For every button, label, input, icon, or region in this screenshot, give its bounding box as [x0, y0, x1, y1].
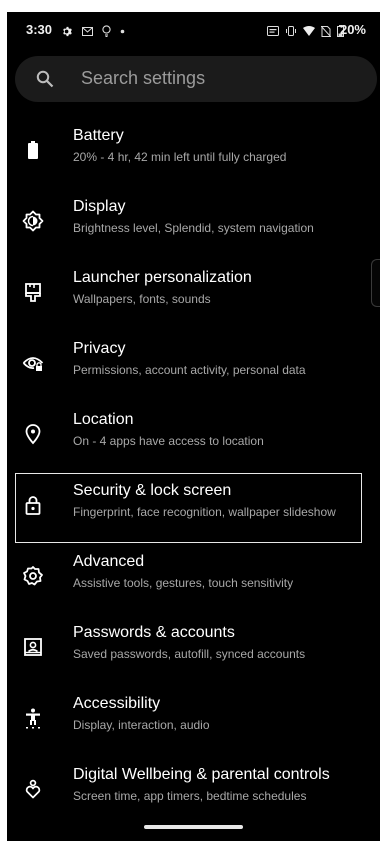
- display-brightness-icon: [22, 210, 44, 232]
- item-title: Battery: [73, 127, 124, 144]
- settings-item-passwords-accounts[interactable]: Passwords & accounts Saved passwords, au…: [7, 614, 380, 685]
- settings-item-digital-wellbeing[interactable]: Digital Wellbeing & parental controls Sc…: [7, 756, 380, 827]
- privacy-eye-icon: [22, 352, 44, 374]
- item-subtitle: Screen time, app timers, bedtime schedul…: [73, 789, 307, 803]
- cast-icon: [267, 26, 279, 36]
- settings-item-battery[interactable]: Battery 20% - 4 hr, 42 min left until fu…: [7, 117, 380, 188]
- item-title: Launcher personalization: [73, 269, 252, 286]
- item-title: Security & lock screen: [73, 482, 232, 499]
- search-icon: [36, 70, 54, 88]
- item-title: Location: [73, 411, 134, 428]
- item-subtitle: Saved passwords, autofill, synced accoun…: [73, 647, 306, 661]
- settings-item-privacy[interactable]: Privacy Permissions, account activity, p…: [7, 330, 380, 401]
- item-title: Advanced: [73, 553, 145, 570]
- battery-icon: [22, 139, 44, 161]
- search-input[interactable]: Search settings: [81, 68, 205, 89]
- status-bar: 3:30 20%: [7, 12, 380, 52]
- item-title: Display: [73, 198, 126, 215]
- bulb-icon: [102, 25, 111, 37]
- settings-item-advanced[interactable]: Advanced Assistive tools, gestures, touc…: [7, 543, 380, 614]
- item-title: Privacy: [73, 340, 126, 357]
- settings-item-launcher-personalization[interactable]: Launcher personalization Wallpapers, fon…: [7, 259, 380, 330]
- item-title: Digital Wellbeing & parental controls: [73, 766, 330, 783]
- wellbeing-icon: [22, 778, 44, 800]
- item-subtitle: Brightness level, Splendid, system navig…: [73, 221, 314, 235]
- gear-icon: [62, 26, 73, 37]
- item-subtitle: Assistive tools, gestures, touch sensiti…: [73, 576, 294, 590]
- mail-icon: [82, 26, 93, 36]
- settings-item-security[interactable]: Security & lock screen Fingerprint, face…: [7, 472, 380, 543]
- item-title: Passwords & accounts: [73, 624, 235, 641]
- status-right-icons: [267, 25, 344, 37]
- gesture-nav-handle[interactable]: [144, 825, 243, 829]
- battery-percent: 20%: [339, 22, 366, 37]
- no-sim-icon: [321, 25, 331, 37]
- lock-icon: [22, 494, 44, 516]
- edge-panel-handle[interactable]: [371, 259, 380, 307]
- wifi-icon: [303, 26, 315, 36]
- status-time: 3:30: [26, 22, 53, 37]
- search-bar[interactable]: Search settings: [15, 56, 377, 102]
- settings-item-accessibility[interactable]: Accessibility Display, interaction, audi…: [7, 685, 380, 756]
- item-subtitle: Permissions, account activity, personal …: [73, 363, 306, 377]
- dot-icon: [120, 29, 125, 34]
- settings-item-location[interactable]: Location On - 4 apps have access to loca…: [7, 401, 380, 472]
- settings-list: Battery 20% - 4 hr, 42 min left until fu…: [7, 117, 380, 827]
- item-subtitle: Wallpapers, fonts, sounds: [73, 292, 211, 306]
- settings-screen: 3:30 20% Search settings Battery 20% - 4…: [7, 12, 380, 841]
- account-box-icon: [22, 636, 44, 658]
- item-subtitle: Display, interaction, audio: [73, 718, 210, 732]
- item-subtitle: 20% - 4 hr, 42 min left until fully char…: [73, 150, 287, 164]
- advanced-gear-icon: [22, 565, 44, 587]
- paint-brush-icon: [22, 281, 44, 303]
- item-title: Accessibility: [73, 695, 161, 712]
- accessibility-icon: [22, 707, 44, 729]
- vibrate-icon: [285, 26, 297, 36]
- status-left-icons: [62, 25, 125, 37]
- item-subtitle: On - 4 apps have access to location: [73, 434, 264, 448]
- item-subtitle: Fingerprint, face recognition, wallpaper…: [73, 505, 336, 519]
- location-pin-icon: [22, 423, 44, 445]
- settings-item-display[interactable]: Display Brightness level, Splendid, syst…: [7, 188, 380, 259]
